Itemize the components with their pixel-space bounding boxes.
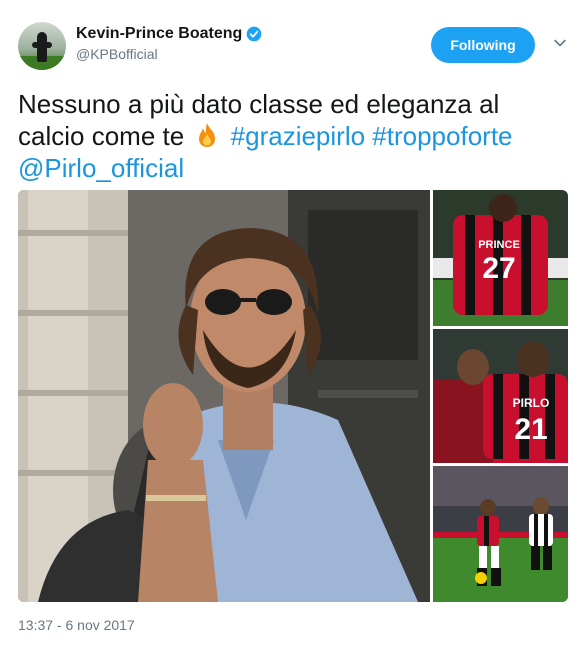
mention-link-pirlo[interactable]: @Pirlo_official xyxy=(18,153,184,183)
author-name-block[interactable]: Kevin-Prince Boateng @KPBofficial xyxy=(76,25,262,62)
author-avatar[interactable] xyxy=(18,22,66,70)
match-action-illustration xyxy=(433,466,568,602)
jersey-name-pirlo: PIRLO xyxy=(513,396,550,410)
portrait-illustration xyxy=(18,190,430,602)
hashtag-link-troppoforte[interactable]: #troppoforte xyxy=(372,121,512,151)
media-photo-main[interactable] xyxy=(18,190,430,602)
hashtag-link-graziepirlo[interactable]: #graziepirlo xyxy=(231,121,365,151)
tweet-timestamp[interactable]: 13:37 - 6 nov 2017 xyxy=(18,617,135,633)
author-handle[interactable]: @KPBofficial xyxy=(76,46,262,62)
media-photo-3[interactable]: PIRLO 21 xyxy=(433,329,568,463)
verified-badge-icon xyxy=(246,26,262,42)
media-photo-2[interactable]: PRINCE 27 xyxy=(433,190,568,326)
tweet-media-grid: PRINCE 27 PIRLO 21 xyxy=(18,190,568,602)
jersey-prince-illustration: PRINCE 27 xyxy=(433,190,568,326)
jersey-number-27: 27 xyxy=(482,252,515,285)
following-button[interactable]: Following xyxy=(431,27,535,63)
chevron-down-icon[interactable] xyxy=(553,36,567,50)
tweet-text: Nessuno a più dato classe ed eleganza al… xyxy=(18,88,563,184)
fire-emoji-icon xyxy=(199,123,216,147)
jersey-pirlo-illustration: PIRLO 21 xyxy=(433,329,568,463)
author-display-name[interactable]: Kevin-Prince Boateng xyxy=(76,25,242,43)
tweet-header: Kevin-Prince Boateng @KPBofficial Follow… xyxy=(18,22,568,72)
jersey-name-prince: PRINCE xyxy=(478,239,520,251)
jersey-number-21: 21 xyxy=(514,413,547,446)
media-photo-4[interactable] xyxy=(433,466,568,602)
